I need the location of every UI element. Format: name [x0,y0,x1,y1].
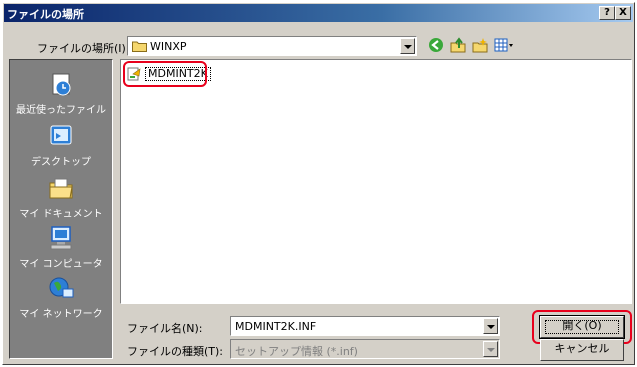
my-documents-icon [49,178,73,199]
my-network-icon [49,277,74,298]
title-bar[interactable]: ファイルの場所 ? X [4,4,633,22]
lookin-combo[interactable]: WINXP [127,36,417,56]
place-my-network[interactable]: マイ ネットワーク [10,274,112,320]
cancel-button[interactable]: キャンセル [540,339,624,361]
place-my-computer[interactable]: マイ コンピュータ [10,224,112,270]
lookin-label: ファイルの場所(I): [37,42,130,55]
view-menu-icon[interactable] [493,36,515,54]
highlight-file-box [123,61,207,87]
up-folder-icon[interactable] [449,36,467,54]
cancel-button-label: キャンセル [554,342,610,355]
filename-dropdown-button[interactable] [483,318,498,334]
place-label-desktop: デスクトップ [31,157,91,168]
lookin-value: WINXP [150,40,187,53]
back-icon[interactable] [427,36,445,54]
place-label-my-computer: マイ コンピュータ [19,259,103,270]
close-button[interactable]: X [615,6,631,20]
places-bar: 最近使ったファイル デスクトップ マイ ドキュメント マイ コンピュータ マイ … [9,59,113,359]
filetype-dropdown-button [483,341,498,357]
recent-icon [52,73,71,96]
filename-label: ファイル名(N): [127,322,203,335]
filetype-value: セットアップ情報 (*.inf) [235,345,358,358]
open-file-dialog: ファイルの場所 ? X ファイルの場所(I): WINXP 最近使ったファイル … [2,2,635,365]
place-label-recent: 最近使ったファイル [16,105,106,116]
file-list[interactable]: MDMINT2K [120,59,632,304]
place-label-my-documents: マイ ドキュメント [19,209,103,220]
my-computer-icon [50,226,72,250]
place-my-documents[interactable]: マイ ドキュメント [10,174,112,220]
desktop-icon [50,125,72,145]
filename-value: MDMINT2K.INF [235,320,317,333]
help-button[interactable]: ? [599,6,615,20]
place-label-my-network: マイ ネットワーク [19,309,103,320]
lookin-dropdown-button[interactable] [400,38,415,54]
new-folder-icon[interactable] [471,36,489,54]
place-desktop[interactable]: デスクトップ [10,122,112,168]
filetype-label: ファイルの種類(T): [127,345,224,358]
place-recent[interactable]: 最近使ったファイル [10,70,112,116]
filename-input[interactable]: MDMINT2K.INF [230,316,500,336]
filetype-select: セットアップ情報 (*.inf) [230,339,500,359]
dialog-title: ファイルの場所 [7,8,84,21]
folder-icon [132,41,147,52]
